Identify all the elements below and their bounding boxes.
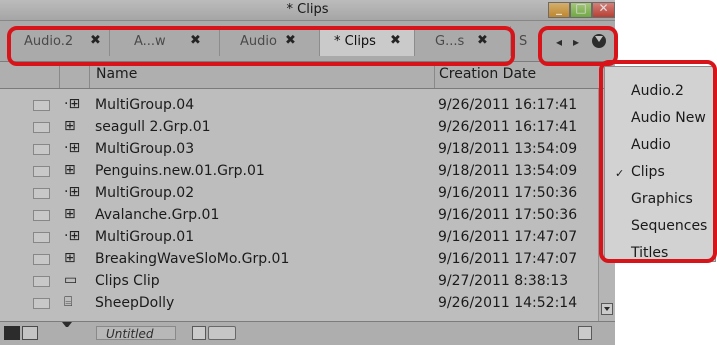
row-select-box[interactable] <box>33 188 50 199</box>
group-clip-icon: ⊞ <box>64 206 76 222</box>
list-item[interactable]: ▭ Clips Clip 9/27/2011 8:38:13 <box>0 271 598 293</box>
column-header-row: Name Creation Date <box>0 62 615 89</box>
row-select-box[interactable] <box>33 232 50 243</box>
list-item[interactable]: ·⊞ MultiGroup.02 9/16/2011 17:50:36 <box>0 183 598 205</box>
row-select-box[interactable] <box>33 254 50 265</box>
bin-view-name: Untitled <box>106 327 154 341</box>
list-item[interactable]: ·⊞ MultiGroup.04 9/26/2011 16:17:41 <box>0 95 598 117</box>
master-clip-icon: ▭ <box>64 272 78 288</box>
row-select-box[interactable] <box>33 122 50 133</box>
row-select-box[interactable] <box>33 144 50 155</box>
maximize-icon: □ <box>575 1 587 15</box>
creation-date: 9/18/2011 13:54:09 <box>438 163 578 179</box>
scroll-right-icon[interactable] <box>578 326 592 340</box>
list-view-icon[interactable] <box>22 326 38 340</box>
list-item[interactable]: ⊞ Avalanche.Grp.01 9/16/2011 17:50:36 <box>0 205 598 227</box>
bin-bottom-bar: Untitled <box>0 321 615 345</box>
list-item[interactable]: ·⊞ MultiGroup.03 9/18/2011 13:54:09 <box>0 139 598 161</box>
group-clip-icon: ·⊞ <box>64 184 81 200</box>
creation-date: 9/18/2011 13:54:09 <box>438 141 578 157</box>
menu-highlight-box <box>599 60 717 263</box>
clip-name: Penguins.new.01.Grp.01 <box>95 163 265 179</box>
minimize-button[interactable]: _ <box>548 1 570 18</box>
arrow-down-icon <box>604 307 610 311</box>
tabs-highlight-box <box>7 26 515 66</box>
frame-view-icon[interactable] <box>4 326 20 340</box>
group-clip-icon: ⊞ <box>64 162 76 178</box>
view-menu-chevron-icon[interactable] <box>62 322 72 330</box>
list-item[interactable]: ·⊞ MultiGroup.01 9/16/2011 17:47:07 <box>0 227 598 249</box>
list-item[interactable]: ⌸ SheepDolly 9/26/2011 14:52:14 <box>0 293 598 315</box>
list-item[interactable]: ⊞ seagull 2.Grp.01 9/26/2011 16:17:41 <box>0 117 598 139</box>
creation-date: 9/26/2011 14:52:14 <box>438 295 578 311</box>
close-window-button[interactable]: ✕ <box>592 1 615 18</box>
column-header-name-label: Name <box>96 66 138 82</box>
group-clip-icon: ·⊞ <box>64 140 81 156</box>
column-header-date-label: Creation Date <box>439 66 537 82</box>
clip-list: ·⊞ MultiGroup.04 9/26/2011 16:17:41 ⊞ seagu… <box>0 89 598 321</box>
clip-name: seagull 2.Grp.01 <box>95 119 211 135</box>
scroll-down-button[interactable] <box>601 303 613 315</box>
row-select-box[interactable] <box>33 166 50 177</box>
horizontal-scroll-thumb[interactable] <box>208 326 236 340</box>
creation-date: 9/16/2011 17:47:07 <box>438 229 578 245</box>
creation-date: 9/16/2011 17:50:36 <box>438 185 578 201</box>
row-select-box[interactable] <box>33 276 50 287</box>
close-icon: ✕ <box>598 1 609 15</box>
clip-name: SheepDolly <box>95 295 175 311</box>
clip-name: Avalanche.Grp.01 <box>95 207 220 223</box>
sequence-icon: ⌸ <box>64 294 73 310</box>
clip-name: MultiGroup.03 <box>95 141 195 157</box>
clip-name: BreakingWaveSloMo.Grp.01 <box>95 251 290 267</box>
maximize-button[interactable]: □ <box>570 1 592 18</box>
tab-label: S <box>519 34 528 49</box>
creation-date: 9/16/2011 17:50:36 <box>438 207 578 223</box>
group-clip-icon: ·⊞ <box>64 228 81 244</box>
creation-date: 9/16/2011 17:47:07 <box>438 251 578 267</box>
clip-name: Clips Clip <box>95 273 160 289</box>
row-select-box[interactable] <box>33 100 50 111</box>
group-clip-icon: ⊞ <box>64 250 76 266</box>
row-select-box[interactable] <box>33 210 50 221</box>
window-title: * Clips <box>286 2 329 17</box>
clip-name: MultiGroup.02 <box>95 185 195 201</box>
creation-date: 9/26/2011 16:17:41 <box>438 97 578 113</box>
clip-name: MultiGroup.04 <box>95 97 195 113</box>
group-clip-icon: ·⊞ <box>64 96 81 112</box>
row-select-box[interactable] <box>33 298 50 309</box>
clip-name: MultiGroup.01 <box>95 229 195 245</box>
list-item[interactable]: ⊞ BreakingWaveSloMo.Grp.01 9/16/2011 17:47… <box>0 249 598 271</box>
group-clip-icon: ⊞ <box>64 118 76 134</box>
minimize-icon: _ <box>556 1 562 15</box>
title-bar: * Clips _ □ ✕ <box>0 0 615 21</box>
list-item[interactable]: ⊞ Penguins.new.01.Grp.01 9/18/2011 13:54:0… <box>0 161 598 183</box>
scroll-left-icon[interactable] <box>192 326 206 340</box>
creation-date: 9/26/2011 16:17:41 <box>438 119 578 135</box>
creation-date: 9/27/2011 8:38:13 <box>438 273 569 289</box>
